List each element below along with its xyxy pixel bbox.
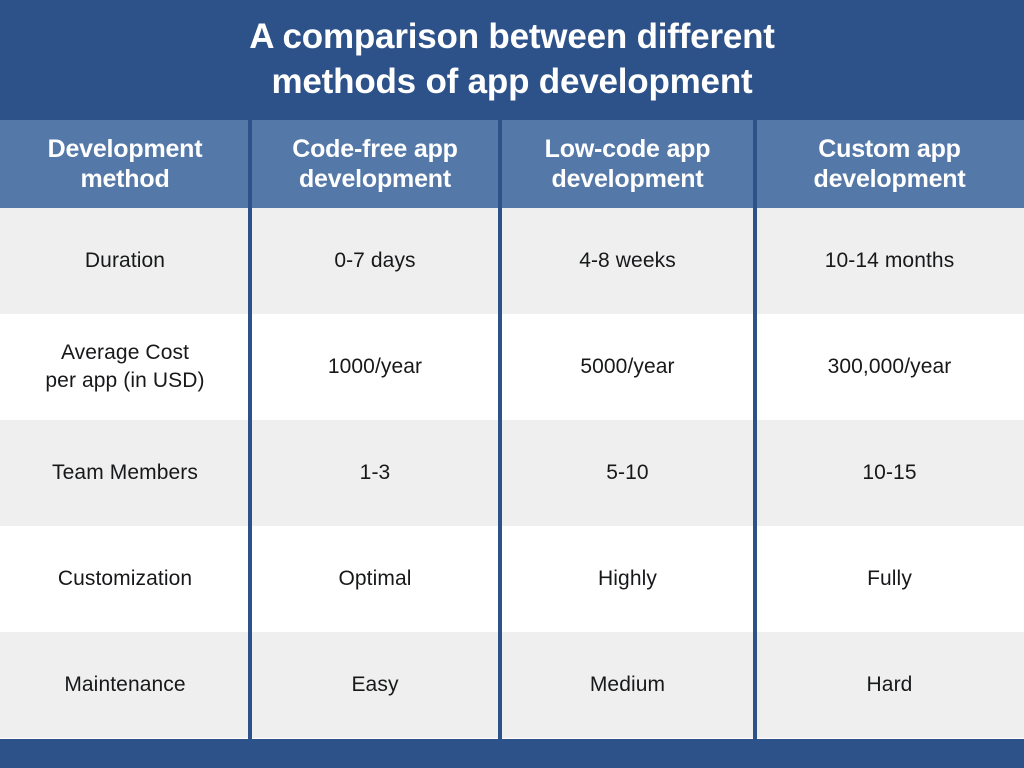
cell-customization-low-code: Highly <box>598 567 657 591</box>
cell-average-cost-custom: 300,000/year <box>827 355 952 379</box>
table-row: Customization Optimal Highly Fully <box>0 526 1024 632</box>
column-header-code-free-app-development: Code-free app development <box>292 134 458 194</box>
column-header-development-method: Development method <box>47 134 203 194</box>
page-title: A comparison between different methods o… <box>249 16 775 102</box>
column-divider-2 <box>498 120 502 768</box>
table-row: Average Cost per app (in USD) 1000/year … <box>0 314 1024 420</box>
comparison-table-infographic: A comparison between different methods o… <box>0 0 1024 768</box>
title-banner: A comparison between different methods o… <box>0 0 1024 118</box>
cell-team-members-low-code: 5-10 <box>606 461 649 485</box>
table-row: Duration 0-7 days 4-8 weeks 10-14 months <box>0 208 1024 314</box>
table-row: Maintenance Easy Medium Hard <box>0 632 1024 738</box>
row-label-average-cost: Average Cost per app (in USD) <box>45 341 205 392</box>
cell-duration-low-code: 4-8 weeks <box>579 249 676 273</box>
cell-average-cost-code-free: 1000/year <box>327 355 423 379</box>
cell-maintenance-custom: Hard <box>866 673 913 697</box>
row-label-maintenance: Maintenance <box>64 673 186 697</box>
footer-bar <box>0 739 1024 768</box>
cell-customization-custom: Fully <box>867 567 912 591</box>
cell-maintenance-low-code: Medium <box>589 673 666 697</box>
cell-maintenance-code-free: Easy <box>351 673 399 697</box>
table-row: Team Members 1-3 5-10 10-15 <box>0 420 1024 526</box>
column-header-custom-app-development: Custom app development <box>813 134 966 194</box>
column-header-low-code-app-development: Low-code app development <box>544 134 711 194</box>
table-header-row: Development method Code-free app develop… <box>0 118 1024 208</box>
cell-duration-code-free: 0-7 days <box>334 249 416 273</box>
cell-duration-custom: 10-14 months <box>824 249 955 273</box>
comparison-table: Development method Code-free app develop… <box>0 118 1024 739</box>
column-divider-3 <box>753 120 757 768</box>
row-label-team-members: Team Members <box>52 461 198 485</box>
cell-team-members-custom: 10-15 <box>862 461 917 485</box>
cell-team-members-code-free: 1-3 <box>359 461 391 485</box>
row-label-duration: Duration <box>84 249 166 273</box>
column-divider-1 <box>248 120 252 768</box>
cell-customization-code-free: Optimal <box>338 567 412 591</box>
cell-average-cost-low-code: 5000/year <box>580 355 675 379</box>
row-label-customization: Customization <box>57 567 193 591</box>
